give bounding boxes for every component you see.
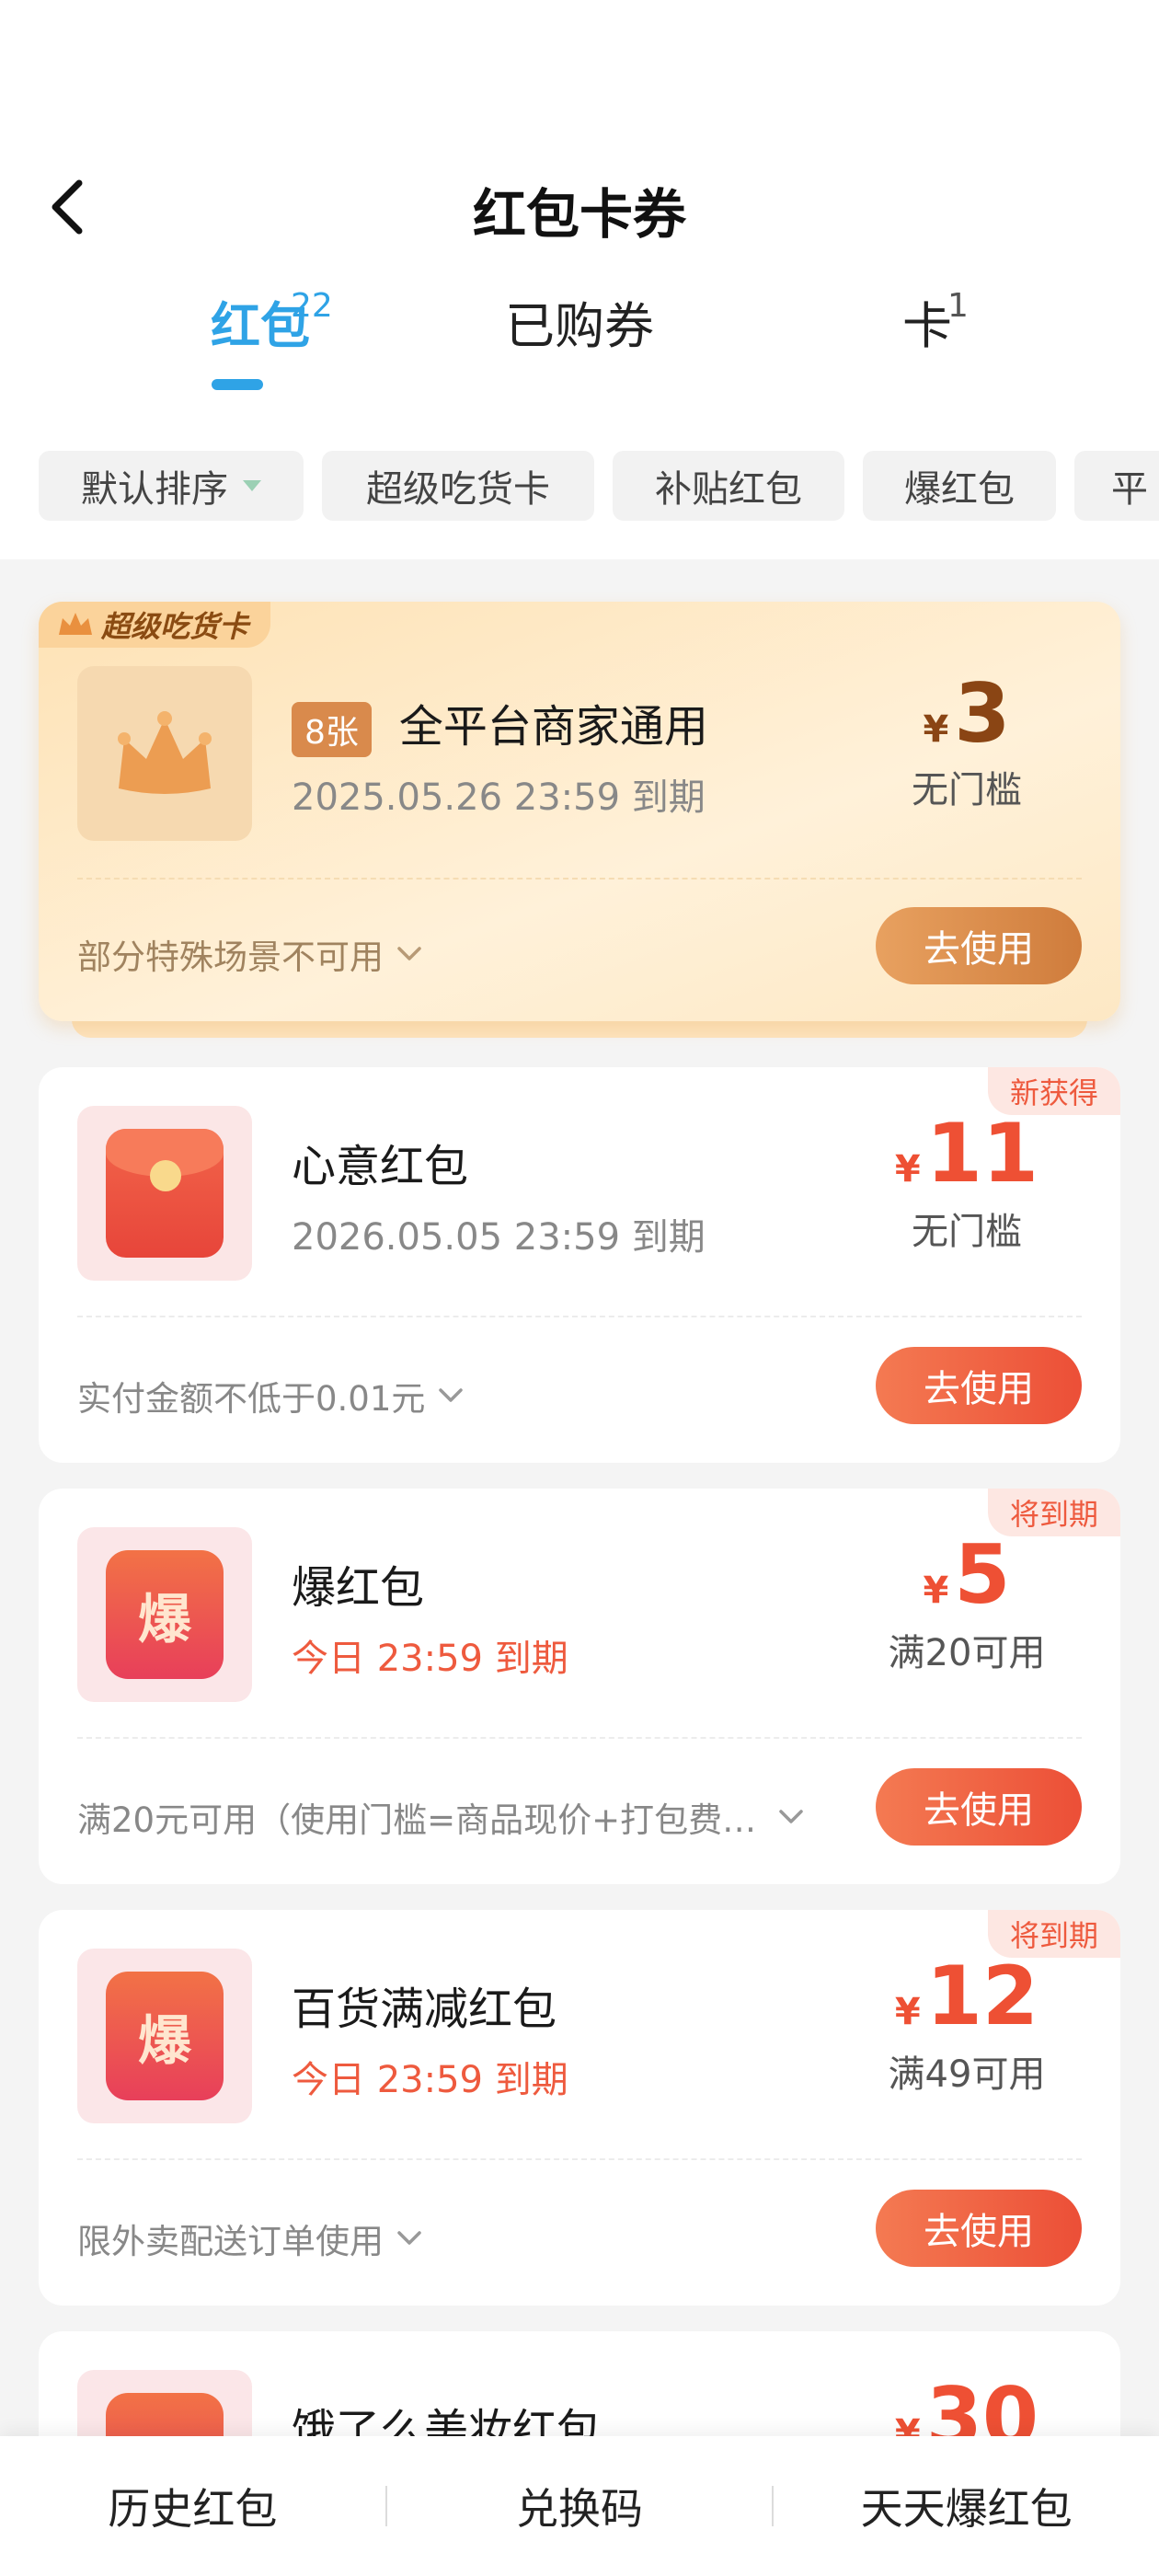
card-divider	[77, 878, 1082, 880]
chip-label: 超级吃货卡	[366, 468, 550, 511]
use-button[interactable]: 去使用	[876, 907, 1082, 984]
chevron-down-icon	[396, 2230, 422, 2247]
card-title-text: 全平台商家通用	[398, 701, 708, 753]
super-foodie-tag: 超级吃货卡	[39, 602, 271, 648]
coupon-card-department-store[interactable]: 将到期 爆 百货满减红包 今日 23:59 到期 ¥12 满49可用 限外卖配送…	[39, 1910, 1120, 2306]
filter-chip-default-sort[interactable]: 默认排序	[39, 451, 304, 521]
crown-icon	[118, 711, 212, 794]
caret-down-icon	[243, 480, 261, 491]
currency-symbol: ¥	[923, 1570, 949, 1612]
card-icon	[77, 666, 252, 841]
use-button[interactable]: 去使用	[876, 2190, 1082, 2267]
currency-symbol: ¥	[894, 1148, 921, 1190]
bottom-action-bar: 历史红包 兑换码 天天爆红包	[0, 2436, 1159, 2576]
tab-purchased-coupons[interactable]: 已购券	[497, 294, 662, 396]
chip-label: 默认排序	[81, 468, 228, 511]
card-title: 百货满减红包	[292, 1984, 557, 2035]
card-icon	[77, 1106, 252, 1281]
tab-indicator	[212, 379, 263, 390]
filter-chip-bao[interactable]: 爆红包	[863, 451, 1056, 521]
card-threshold: 无门槛	[912, 769, 1022, 811]
tab-cards[interactable]: 卡 1	[890, 287, 969, 396]
tab-count: 1	[947, 287, 969, 325]
card-condition[interactable]: 满20元可用（使用门槛=商品现价+打包费…	[77, 1792, 804, 1842]
filter-chip-super-foodie[interactable]: 超级吃货卡	[322, 451, 594, 521]
card-icon: 爆	[77, 1949, 252, 2123]
condition-text: 部分特殊场景不可用	[77, 937, 384, 977]
filter-chip-more[interactable]: 平	[1074, 451, 1159, 521]
currency-symbol: ¥	[923, 708, 949, 751]
currency-symbol: ¥	[894, 1991, 921, 2033]
chevron-down-icon	[396, 946, 422, 962]
chevron-down-icon	[438, 1387, 464, 1404]
card-divider	[77, 1316, 1082, 1317]
chevron-down-icon	[778, 1809, 804, 1825]
card-expiry: 今日 23:59 到期	[292, 2059, 568, 2101]
bao-icon: 爆	[106, 1972, 224, 2100]
use-button[interactable]: 去使用	[876, 1347, 1082, 1424]
card-condition[interactable]: 限外卖配送订单使用	[77, 2214, 422, 2263]
chip-label: 爆红包	[904, 468, 1015, 511]
daily-bao-button[interactable]: 天天爆红包	[774, 2476, 1159, 2536]
bao-icon: 爆	[106, 1550, 224, 1679]
use-button[interactable]: 去使用	[876, 1768, 1082, 1846]
page-title: 红包卡券	[472, 183, 686, 246]
card-amount: ¥3	[861, 666, 1073, 761]
filter-chip-subsidy[interactable]: 补贴红包	[613, 451, 844, 521]
amount-value: 5	[954, 1527, 1011, 1622]
condition-text: 限外卖配送订单使用	[77, 2222, 384, 2261]
card-expiry: 今日 23:59 到期	[292, 1638, 568, 1680]
card-amount: ¥11	[861, 1106, 1073, 1201]
filter-bar: 默认排序 超级吃货卡 补贴红包 爆红包 平	[39, 451, 1159, 521]
chip-label: 补贴红包	[655, 468, 802, 511]
card-title: 心意红包	[292, 1141, 469, 1192]
tab-label: 卡	[902, 297, 952, 355]
card-condition[interactable]: 部分特殊场景不可用	[77, 929, 422, 979]
card-amount: ¥5	[861, 1527, 1073, 1622]
coupon-card-super-foodie[interactable]: 超级吃货卡 8张 全平台商家通用 2025.05.26 23:59 到期 ¥3 无…	[39, 602, 1120, 1021]
amount-value: 3	[954, 666, 1011, 761]
card-divider	[77, 2158, 1082, 2160]
condition-text: 实付金额不低于0.01元	[77, 1379, 426, 1419]
coupon-card-heart-packet[interactable]: 新获得 心意红包 2026.05.05 23:59 到期 ¥11 无门槛 实付金…	[39, 1067, 1120, 1463]
card-title: 爆红包	[292, 1562, 425, 1614]
header-area: 红包卡券 红包 22 已购券 卡 1 默认排序 超级吃货卡 补贴红包 爆红包 平	[0, 0, 1159, 559]
card-threshold: 满20可用	[888, 1632, 1046, 1674]
crown-icon	[59, 613, 92, 635]
card-expiry: 2025.05.26 23:59 到期	[292, 776, 706, 819]
coupon-card-bao-packet[interactable]: 将到期 爆 爆红包 今日 23:59 到期 ¥5 满20可用 满20元可用（使用…	[39, 1489, 1120, 1884]
tab-bar: 红包 22 已购券 卡 1	[0, 287, 1159, 396]
tab-count: 22	[291, 287, 333, 325]
amount-value: 11	[925, 1106, 1039, 1201]
card-threshold: 满49可用	[888, 2053, 1046, 2096]
history-packets-button[interactable]: 历史红包	[0, 2476, 385, 2536]
tab-red-packets[interactable]: 红包 22	[191, 287, 333, 396]
card-expiry: 2026.05.05 23:59 到期	[292, 1216, 706, 1259]
card-icon: 爆	[77, 1527, 252, 1702]
red-envelope-icon	[106, 1129, 224, 1258]
count-badge: 8张	[292, 702, 372, 757]
tab-label: 已购券	[505, 297, 654, 355]
card-amount: ¥12	[861, 1949, 1073, 2043]
card-condition[interactable]: 实付金额不低于0.01元	[77, 1371, 464, 1420]
card-divider	[77, 1737, 1082, 1739]
card-threshold: 无门槛	[912, 1211, 1022, 1253]
tag-label: 超级吃货卡	[101, 609, 249, 644]
amount-value: 12	[925, 1949, 1039, 2043]
redeem-code-button[interactable]: 兑换码	[387, 2476, 773, 2536]
chip-label: 平	[1111, 468, 1148, 511]
condition-text: 满20元可用（使用门槛=商品现价+打包费…	[77, 1800, 757, 1840]
card-title: 8张 全平台商家通用	[292, 690, 708, 757]
